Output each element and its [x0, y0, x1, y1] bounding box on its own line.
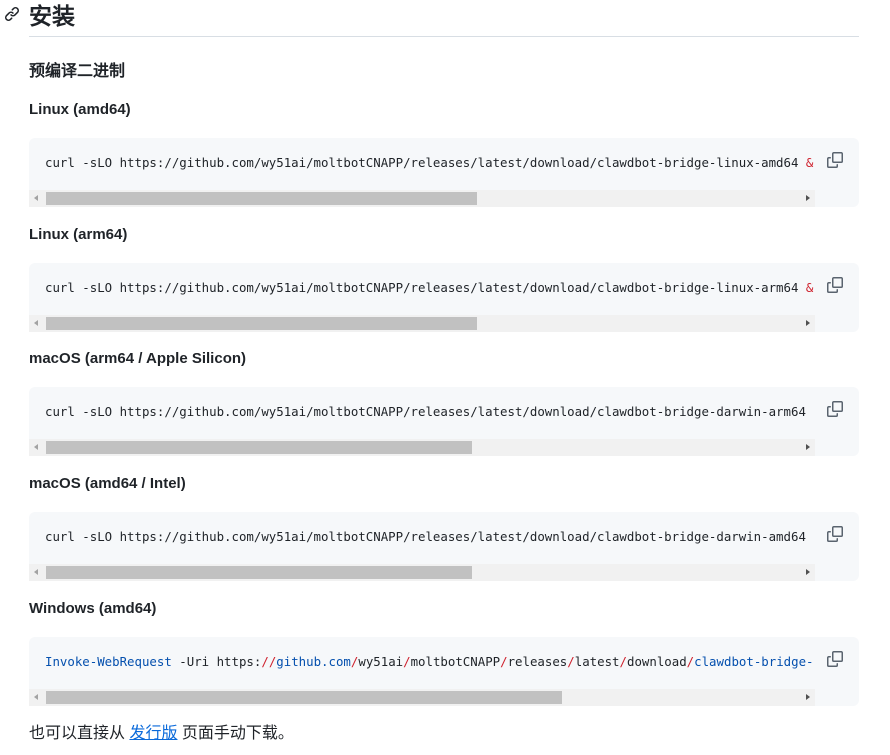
label-macos-arm64: macOS (arm64 / Apple Silicon) [29, 350, 247, 367]
releases-link[interactable]: 发行版 [129, 725, 177, 742]
label-linux-amd64: Linux (amd64) [29, 101, 131, 118]
scroll-right-arrow[interactable] [800, 315, 815, 332]
copy-icon[interactable] [827, 401, 843, 417]
scroll-right-arrow[interactable] [800, 564, 815, 581]
code-block-macos-amd64: curl -sLO https://github.com/wy51ai/molt… [29, 512, 859, 581]
scrollbar-thumb[interactable] [46, 317, 477, 330]
code-text[interactable]: curl -sLO https://github.com/wy51ai/molt… [45, 154, 815, 172]
scroll-right-arrow[interactable] [800, 439, 815, 456]
horizontal-scrollbar[interactable] [29, 315, 815, 332]
manual-download-note: 也可以直接从 发行版 页面手动下载。 [29, 725, 294, 742]
code-block-windows-amd64: Invoke-WebRequest -Uri https://github.co… [29, 637, 859, 706]
scroll-left-arrow[interactable] [29, 190, 44, 207]
horizontal-scrollbar[interactable] [29, 564, 815, 581]
subheading-prebuilt: 预编译二进制 [29, 63, 126, 80]
code-text[interactable]: curl -sLO https://github.com/wy51ai/molt… [45, 403, 815, 421]
scroll-left-arrow[interactable] [29, 564, 44, 581]
scroll-left-arrow[interactable] [29, 689, 44, 706]
label-windows-amd64: Windows (amd64) [29, 600, 157, 617]
label-linux-arm64: Linux (arm64) [29, 226, 128, 243]
label-macos-amd64: macOS (amd64 / Intel) [29, 475, 186, 492]
scroll-right-arrow[interactable] [800, 190, 815, 207]
copy-icon[interactable] [827, 277, 843, 293]
horizontal-scrollbar[interactable] [29, 190, 815, 207]
horizontal-scrollbar[interactable] [29, 439, 815, 456]
code-text[interactable]: Invoke-WebRequest -Uri https://github.co… [45, 653, 815, 671]
copy-icon[interactable] [827, 152, 843, 168]
page-title: 安装 [29, 3, 75, 29]
code-block-linux-arm64: curl -sLO https://github.com/wy51ai/molt… [29, 263, 859, 332]
scrollbar-thumb[interactable] [46, 441, 472, 454]
code-text[interactable]: curl -sLO https://github.com/wy51ai/molt… [45, 279, 815, 297]
code-text[interactable]: curl -sLO https://github.com/wy51ai/molt… [45, 528, 815, 546]
scroll-left-arrow[interactable] [29, 439, 44, 456]
scrollbar-thumb[interactable] [46, 691, 562, 704]
section-heading: 安装 [4, 0, 859, 37]
scrollbar-thumb[interactable] [46, 566, 472, 579]
copy-icon[interactable] [827, 651, 843, 667]
code-block-linux-amd64: curl -sLO https://github.com/wy51ai/molt… [29, 138, 859, 207]
scrollbar-thumb[interactable] [46, 192, 477, 205]
copy-icon[interactable] [827, 526, 843, 542]
scroll-right-arrow[interactable] [800, 689, 815, 706]
horizontal-scrollbar[interactable] [29, 689, 815, 706]
code-block-macos-arm64: curl -sLO https://github.com/wy51ai/molt… [29, 387, 859, 456]
scroll-left-arrow[interactable] [29, 315, 44, 332]
link-icon[interactable] [4, 6, 20, 22]
